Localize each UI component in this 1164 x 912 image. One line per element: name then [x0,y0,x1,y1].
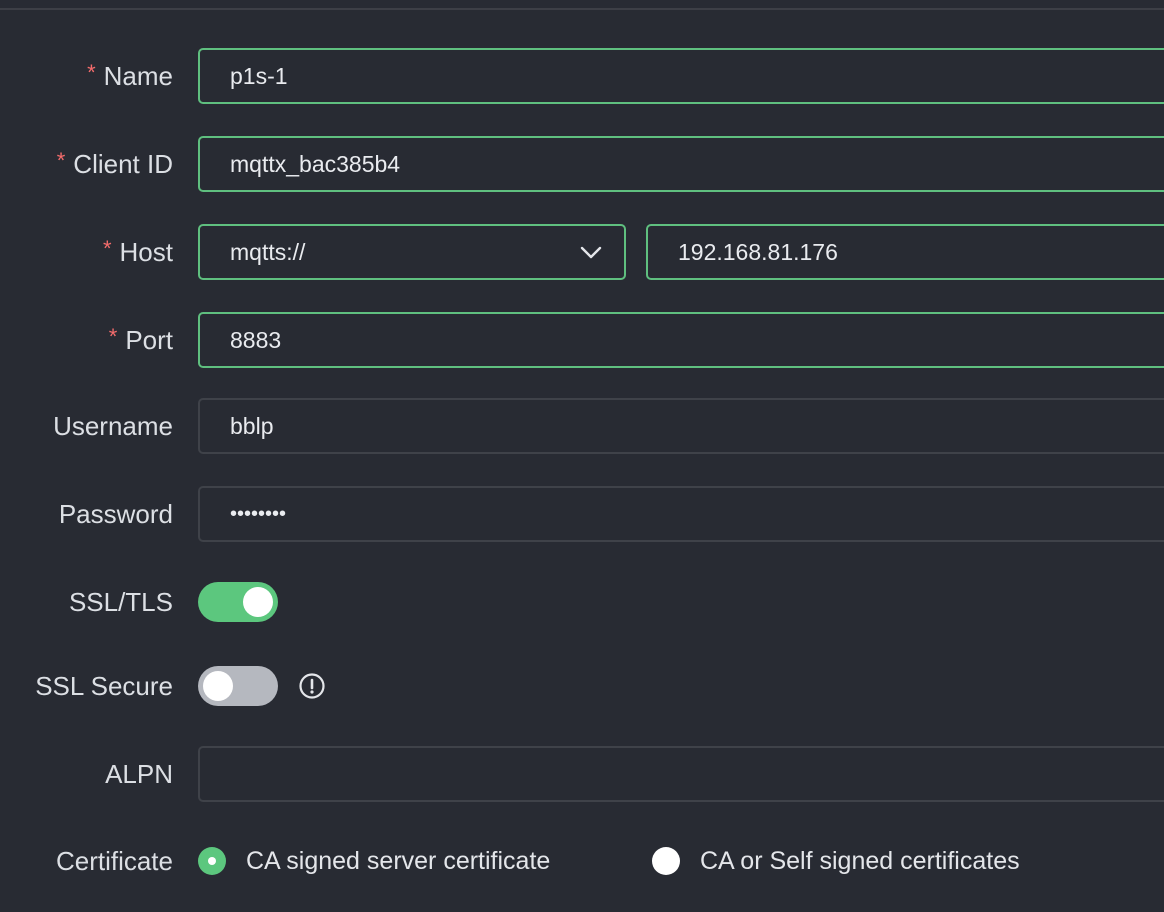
client-id-input-value: mqttx_bac385b4 [230,150,401,177]
alpn-label: ALPN [105,746,173,802]
password-input-value: •••••••• [230,502,287,525]
protocol-select[interactable]: mqtts:// [198,224,626,280]
toggle-knob [243,587,273,617]
name-label: * Name [87,48,173,104]
name-input[interactable]: p1s-1 [198,48,1164,104]
host-input-value: 192.168.81.176 [678,238,838,265]
client-id-label: * Client ID [57,136,173,192]
password-input[interactable]: •••••••• [198,486,1164,542]
host-input[interactable]: 192.168.81.176 [646,224,1164,280]
ssl-secure-row: SSL Secure [0,658,1164,714]
password-row: Password •••••••• [0,486,1164,542]
info-circle-icon[interactable] [298,672,326,700]
radio-label-ca-or-self-signed[interactable]: CA or Self signed certificates [700,833,1020,889]
required-marker: * [56,148,66,173]
ssl-secure-label: SSL Secure [35,658,173,714]
radio-dot [208,857,216,865]
ssl-secure-toggle[interactable] [198,666,278,706]
ssl-tls-row: SSL/TLS [0,574,1164,630]
ssl-tls-label-text: SSL/TLS [68,586,173,617]
ssl-secure-label-text: SSL Secure [35,670,173,701]
password-label-text: Password [58,498,173,529]
alpn-row: ALPN [0,746,1164,802]
ssl-tls-toggle[interactable] [198,582,278,622]
port-label: * Port [109,312,173,368]
radio-ca-signed-server[interactable] [198,847,226,875]
required-marker: * [108,324,118,349]
client-id-row: * Client ID mqttx_bac385b4 [0,136,1164,192]
username-label-text: Username [53,410,173,441]
toggle-knob [203,671,233,701]
certificate-label-text: Certificate [55,845,173,876]
port-input[interactable]: 8883 [198,312,1164,368]
client-id-input[interactable]: mqttx_bac385b4 [198,136,1164,192]
port-row: * Port 8883 [0,312,1164,368]
certificate-row: Certificate CA signed server certificate… [0,833,1164,889]
name-input-value: p1s-1 [230,62,288,89]
alpn-label-text: ALPN [105,758,173,789]
username-input-value: bblp [230,412,274,439]
username-row: Username bblp [0,398,1164,454]
protocol-select-value: mqtts:// [230,238,306,265]
port-input-value: 8883 [230,326,282,353]
client-id-label-text: Client ID [73,148,173,179]
host-label: * Host [103,224,173,280]
required-marker: * [102,236,112,261]
radio-ca-or-self-signed[interactable] [652,847,680,875]
name-label-text: Name [103,60,173,91]
username-input[interactable]: bblp [198,398,1164,454]
alpn-input[interactable] [198,746,1164,802]
password-label: Password [59,486,173,542]
radio-label-ca-signed-server[interactable]: CA signed server certificate [246,833,550,889]
host-row: * Host mqtts:// 192.168.81.176 [0,224,1164,280]
host-label-text: Host [119,236,173,267]
name-row: * Name p1s-1 [0,48,1164,104]
port-label-text: Port [125,324,173,355]
required-marker: * [87,60,96,85]
ssl-tls-label: SSL/TLS [69,574,173,630]
username-label: Username [53,398,173,454]
certificate-label: Certificate [56,833,173,889]
chevron-down-icon [580,246,602,259]
top-divider [0,0,1164,10]
